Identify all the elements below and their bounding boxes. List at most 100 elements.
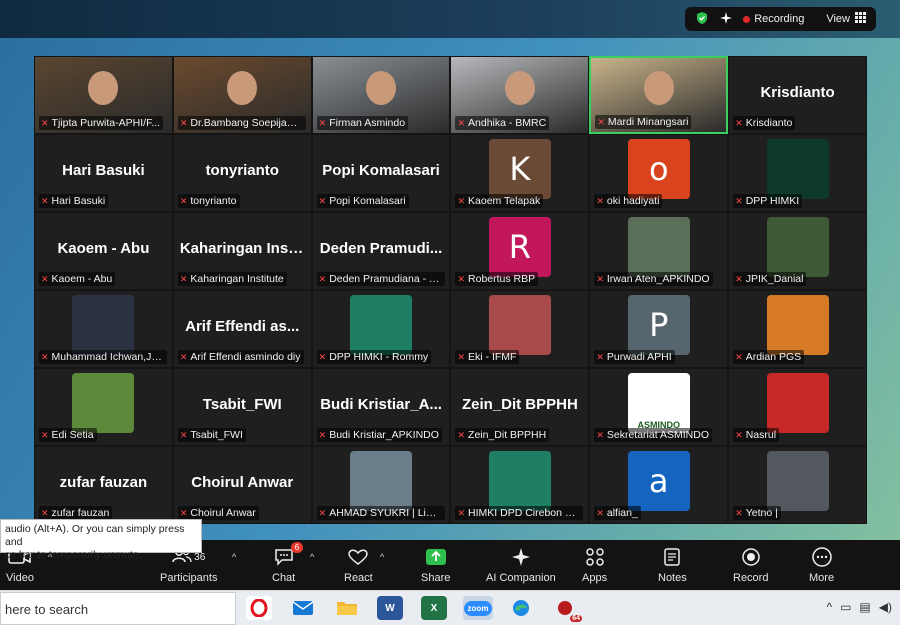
participant-tile[interactable]: K ✕ Kaoem Telapak [450,134,590,212]
participant-tile[interactable]: Hari Basuki ✕ Hari Basuki [34,134,173,212]
profile-photo [766,295,829,355]
participant-tile[interactable]: R ✕ Robertus RBP [450,212,590,290]
participant-tile[interactable]: ✕ HIMKI DPD Cirebon Ra... [450,446,590,524]
notes-button[interactable]: Notes [658,546,687,584]
participant-name: Tsabit_FWI [190,429,243,441]
participant-tile[interactable]: Budi Kristiar_A... ✕ Budi Kristiar_APKINDO [311,368,451,446]
chat-options-caret-icon[interactable]: ^ [310,552,314,562]
windows-taskbar: here to search W X zoom 64 ^ ▭ ▤ ◀) [0,590,900,625]
view-button[interactable]: View [826,12,866,26]
participant-name: Eki - IFMF [468,351,517,363]
participant-tile[interactable]: Kaoem - Abu ✕ Kaoem - Abu [34,212,173,290]
participant-name: Tjipta Purwita-APHI/F... [51,117,161,129]
participant-name-label: ✕ Yetno | [733,506,781,520]
participant-tile[interactable]: ✕ Yetno | [728,446,867,524]
participant-tile[interactable]: ✕ DPP HIMKI - Rommy [311,290,451,368]
participant-tile[interactable]: ✕ Irwan Aten_APKINDO [589,212,729,290]
muted-mic-icon: ✕ [318,273,327,284]
participant-tile[interactable]: ✕ Firman Asmindo [311,56,451,134]
record-button[interactable]: Record [733,546,768,584]
muted-mic-icon: ✕ [41,507,49,518]
participant-tile[interactable]: ✕ JPIK_Danial [728,212,867,290]
participant-display-name: zufar fauzan [59,474,148,492]
participant-tile[interactable]: a ✕ alfian_ [589,446,729,524]
excel-icon[interactable]: X [421,596,447,620]
participant-name-label: ✕ Sekretariat ASMINDO [594,428,712,442]
participant-name-label: ✕ Choirul Anwar [177,506,259,520]
participant-tile[interactable]: Choirul Anwar ✕ Choirul Anwar [172,446,312,524]
edge-icon[interactable] [508,596,534,620]
opera-icon[interactable] [246,596,272,620]
muted-mic-icon: ✕ [596,429,604,440]
ai-companion-button[interactable]: AI Companion [486,546,556,584]
more-button[interactable]: More [809,546,834,584]
participant-name-label: ✕ oki hadiyati [594,194,663,208]
participant-name: JPIK_Danial [745,273,804,285]
react-options-caret-icon[interactable]: ^ [380,552,384,562]
participant-tile[interactable]: ✕ AHMAD SYUKRI | Link-... [311,446,451,524]
participants-options-caret-icon[interactable]: ^ [232,552,236,562]
participant-name-label: ✕ Krisdianto [733,116,796,130]
recording-dot-icon [743,15,751,23]
apps-button[interactable]: Apps [582,546,607,584]
ai-companion-label: AI Companion [486,572,556,584]
participant-tile[interactable]: ✕ Nasrul [728,368,867,446]
mail-icon[interactable] [290,596,316,620]
taskbar-search-input[interactable]: here to search [0,592,236,625]
battery-icon[interactable]: ▭ [840,600,851,614]
word-icon[interactable]: W [377,596,403,620]
sparkle-icon[interactable] [719,11,733,28]
chat-label: Chat [272,572,296,584]
app-notification-icon[interactable]: 64 [552,596,582,622]
participant-name-label: ✕ AHMAD SYUKRI | Link-... [316,506,445,520]
participant-tile[interactable]: ✕ Muhammad Ichwan,JP... [34,290,173,368]
recording-indicator[interactable]: Recording [743,13,804,25]
muted-mic-icon: ✕ [457,429,466,440]
participant-name: Edi Setia [51,429,94,441]
share-button[interactable]: Share [421,546,450,584]
muted-mic-icon: ✕ [318,429,327,440]
profile-photo [72,295,135,355]
participant-tile[interactable]: Kaharingan Inst... ✕ Kaharingan Institute [172,212,312,290]
participant-tile[interactable]: ✕ Edi Setia [34,368,173,446]
participant-tile[interactable]: ✕ Dr.Bambang Soepijant... [172,56,312,134]
participant-name: Sekretariat ASMINDO [606,429,709,441]
participant-tile[interactable]: Tsabit_FWI ✕ Tsabit_FWI [172,368,312,446]
participant-tile[interactable]: Krisdianto ✕ Krisdianto [728,56,867,134]
participant-tile[interactable]: P ✕ Purwadi APHI [589,290,729,368]
participant-tile[interactable]: o ✕ oki hadiyati [589,134,729,212]
participant-tile[interactable]: Zein_Dit BPPHH ✕ Zein_Dit BPPHH [450,368,590,446]
muted-mic-icon: ✕ [41,351,49,362]
shield-icon[interactable] [695,11,709,28]
chevron-up-icon[interactable]: ^ [826,600,832,614]
participant-tile[interactable]: Deden Pramudi... ✕ Deden Pramudiana - Y... [311,212,451,290]
muted-mic-icon: ✕ [318,195,327,206]
profile-photo [766,451,829,511]
participant-tile[interactable]: zufar fauzan ✕ zufar fauzan [34,446,173,524]
profile-photo: ASMINDO [627,373,690,433]
muted-mic-icon: ✕ [318,507,327,518]
participant-tile[interactable]: ✕ DPP HIMKI [728,134,867,212]
participant-tile[interactable]: ✕ Mardi Minangsari [589,56,729,134]
meeting-status-pill: Recording View [685,7,876,31]
participant-tile[interactable]: ✕ Ardian PGS [728,290,867,368]
chat-button[interactable]: 6 Chat [272,542,304,584]
participant-tile[interactable]: tonyrianto ✕ tonyrianto [172,134,312,212]
participant-tile[interactable]: ✕ Andhika - BMRC [450,56,590,134]
avatar: o [627,139,690,199]
network-icon[interactable]: ▤ [859,600,870,614]
participant-tile[interactable]: Arif Effendi as... ✕ Arif Effendi asmindo … [172,290,312,368]
participant-name: Kaharingan Institute [190,273,284,285]
participant-name-label: ✕ Muhammad Ichwan,JP... [39,350,167,364]
participant-tile[interactable]: ASMINDO ✕ Sekretariat ASMINDO [589,368,729,446]
participant-tile[interactable]: ✕ Eki - IFMF [450,290,590,368]
zoom-app-icon[interactable]: zoom [463,596,493,620]
share-label: Share [421,572,451,584]
volume-icon[interactable]: ◀) [879,600,892,614]
react-button[interactable]: React [344,546,373,584]
muted-mic-icon: ✕ [41,117,49,128]
file-explorer-icon[interactable] [334,596,360,620]
participant-tile[interactable]: Popi Komalasari ✕ Popi Komalasari [311,134,451,212]
participant-tile[interactable]: ✕ Tjipta Purwita-APHI/F... [34,56,173,134]
more-label: More [809,572,835,584]
